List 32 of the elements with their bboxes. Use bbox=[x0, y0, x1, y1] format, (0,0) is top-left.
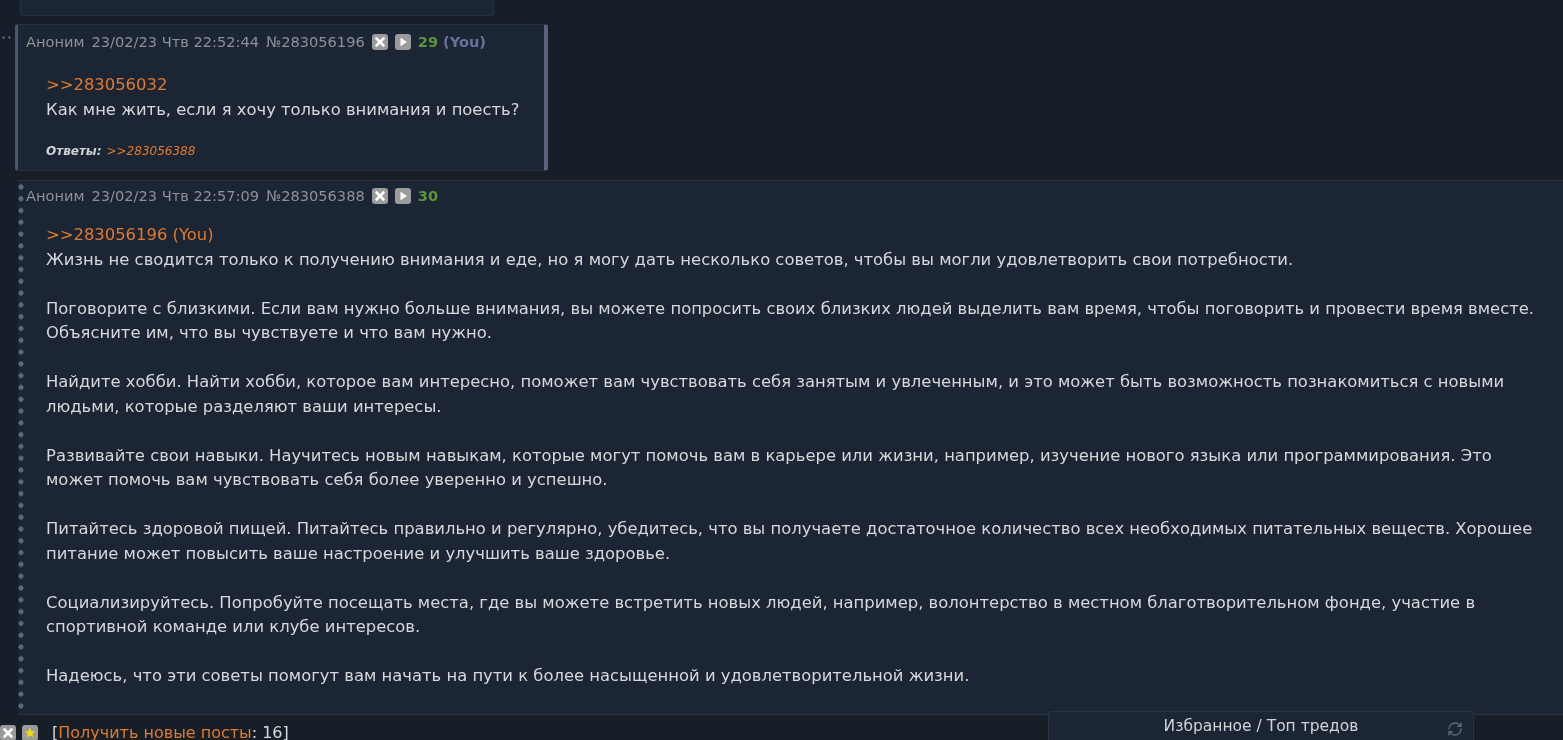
play-icon[interactable] bbox=[394, 34, 411, 50]
favorites-panel[interactable]: Избранное / Топ тредов bbox=[1048, 711, 1474, 740]
you-marker: (You) bbox=[443, 33, 487, 51]
post-date: 23/02/23 Чтв 22:52:44 bbox=[91, 33, 259, 51]
post-text: Социализируйтесь. Попробуйте посещать места, где вы можете встретить новых людей, например, волонтерство в местном благотворительном фонде, участие в спортивной команде или клубе интересов. bbox=[46, 591, 1477, 638]
post-text: Надеюсь, что эти советы помогут вам начать на пути к более насыщенной и удовлетворительной жизни. bbox=[46, 665, 971, 687]
refresh-icon[interactable] bbox=[1447, 721, 1463, 737]
panel-title: Избранное / Топ тредов bbox=[1163, 717, 1359, 735]
author-name: Аноним bbox=[26, 187, 85, 205]
post-text: Питайтесь здоровой пищей. Питайтесь правильно и регулярно, убедитесь, что вы получаете достаточное количество всех необходимых питательных веществ. Хорошее питание может повысить ваше настроение и улучшить ваше здоровье. bbox=[46, 518, 1534, 565]
post-number[interactable]: №283056196 bbox=[266, 33, 365, 51]
post-text: Как мне жить, если я хочу только внимания и поесть? bbox=[46, 98, 521, 121]
play-icon[interactable] bbox=[394, 188, 411, 204]
post-text: Развивайте свои навыки. Научитесь новым навыкам, которые могут помочь вам в карьере или жизни, например, изучение нового языка или программирования. Это может помочь вам чувствовать себя более уверенно и успешно. bbox=[46, 444, 1493, 491]
close-icon[interactable] bbox=[371, 34, 388, 50]
new-posts-count: : 16] bbox=[251, 723, 289, 740]
star-icon[interactable] bbox=[22, 725, 38, 740]
post-text: Жизнь не сводится только к получению внимания и еде, но я могу дать несколько советов, чтобы вы могли удовлетворить свои потребности. bbox=[46, 248, 1295, 271]
post-number[interactable]: №283056388 bbox=[266, 187, 365, 205]
dots-icon bbox=[2, 36, 11, 39]
post-text: Поговорите с близкими. Если вам нужно больше внимания, вы можете попросить своих близких людей выделить вам время, чтобы поговорить и провести время вместе. Объясните им, что вы чувствуете и что вам нужно. bbox=[46, 297, 1536, 344]
replies-label: Ответы: bbox=[46, 143, 102, 159]
author-name: Аноним bbox=[26, 33, 85, 51]
reply-link[interactable]: >>283056032 bbox=[46, 73, 168, 98]
post-date: 23/02/23 Чтв 22:57:09 bbox=[91, 187, 259, 205]
post-index: 29 bbox=[417, 33, 439, 51]
close-icon[interactable] bbox=[371, 188, 388, 204]
post-text: Найдите хобби. Найти хобби, которое вам интересно, поможет вам чувствовать себя занятым и увлеченным, и это может быть возможность познакомиться с новыми людьми, которые разделяют ваши интересы. bbox=[46, 371, 1506, 418]
reply-link[interactable]: >>283056196 (You) bbox=[46, 223, 214, 248]
bracket-text: [ bbox=[52, 723, 59, 740]
reply-link[interactable]: >>283056388 bbox=[106, 143, 196, 159]
post-index: 30 bbox=[417, 187, 439, 205]
